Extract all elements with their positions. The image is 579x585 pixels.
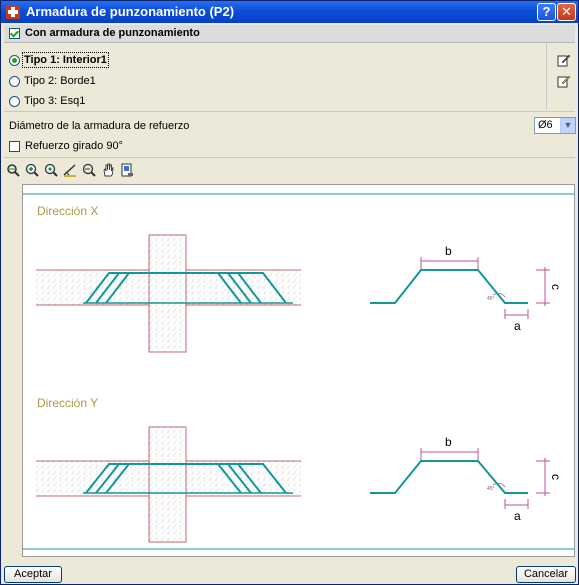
dim-b-x: b bbox=[445, 244, 452, 258]
zoom-window-icon[interactable] bbox=[6, 163, 20, 177]
dim-c-x: c bbox=[549, 284, 563, 290]
window-title: Armadura de punzonamiento (P2) bbox=[26, 4, 235, 19]
edit-type-icon[interactable] bbox=[557, 53, 571, 67]
type-2-radio[interactable] bbox=[9, 76, 20, 87]
list-divider bbox=[546, 43, 547, 110]
type-3-radio[interactable] bbox=[9, 96, 20, 107]
help-button[interactable]: ? bbox=[537, 3, 556, 21]
dim-a-x: a bbox=[514, 319, 521, 333]
title-bar[interactable]: Armadura de punzonamiento (P2) ? ✕ bbox=[1, 1, 578, 23]
type-2-label[interactable]: Tipo 2: Borde1 bbox=[24, 75, 96, 87]
dim-c-y: c bbox=[549, 474, 563, 480]
diameter-label: Diámetro de la armadura de refuerzo bbox=[9, 120, 190, 132]
separator bbox=[4, 111, 575, 112]
zoom-icon[interactable] bbox=[44, 163, 58, 177]
rotated-label: Refuerzo girado 90° bbox=[25, 140, 123, 152]
separator bbox=[4, 157, 575, 158]
diameter-select[interactable]: Ø6 ▼ bbox=[534, 117, 576, 134]
direction-y-label: Dirección Y bbox=[37, 396, 98, 410]
bar-shape-y: b c a 45° bbox=[370, 435, 563, 523]
print-preview-icon[interactable] bbox=[120, 163, 134, 177]
chevron-down-icon[interactable]: ▼ bbox=[560, 118, 575, 133]
type-1-label[interactable]: Tipo 1: Interior1 bbox=[22, 52, 109, 68]
drawing-canvas[interactable]: Dirección X b c a 45° Dirección Y b c a … bbox=[22, 184, 575, 557]
angle-x: 45° bbox=[487, 296, 495, 302]
direction-x-label: Dirección X bbox=[37, 204, 98, 218]
new-type-icon[interactable] bbox=[557, 74, 571, 88]
zoom-previous-icon[interactable] bbox=[82, 163, 96, 177]
column-y bbox=[148, 426, 187, 543]
dim-b-y: b bbox=[445, 435, 452, 449]
punching-enabled-label: Con armadura de punzonamiento bbox=[25, 27, 200, 39]
dim-a-y: a bbox=[514, 509, 521, 523]
type-1-radio[interactable] bbox=[9, 55, 20, 66]
diameter-value: Ø6 bbox=[538, 119, 553, 131]
bar-shape-x: b c a 45° bbox=[370, 244, 563, 333]
reinforcement-drawing: Dirección X b c a 45° Dirección Y b c a … bbox=[23, 193, 574, 550]
angle-y: 45° bbox=[487, 486, 495, 492]
close-button[interactable]: ✕ bbox=[557, 3, 576, 21]
measure-icon[interactable] bbox=[63, 163, 77, 177]
pan-hand-icon[interactable] bbox=[101, 163, 115, 177]
type-3-label[interactable]: Tipo 3: Esq1 bbox=[24, 95, 85, 107]
punching-enabled-checkbox[interactable] bbox=[9, 28, 20, 39]
column-x bbox=[148, 234, 187, 353]
zoom-extents-icon[interactable] bbox=[25, 163, 39, 177]
app-icon bbox=[6, 5, 20, 19]
accept-button[interactable]: Aceptar bbox=[4, 566, 62, 583]
punching-reinforcement-dialog: Armadura de punzonamiento (P2) ? ✕ Con a… bbox=[0, 0, 579, 585]
rotated-checkbox[interactable] bbox=[9, 141, 20, 152]
cancel-button[interactable]: Cancelar bbox=[516, 566, 576, 583]
